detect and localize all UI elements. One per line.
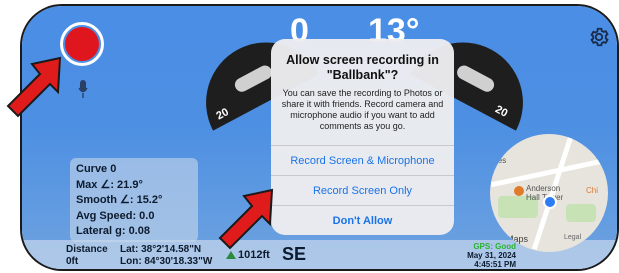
distance-value: 0ft: [66, 256, 79, 267]
date: May 31, 2024: [467, 251, 516, 260]
compass-heading: SE: [282, 244, 307, 264]
arrow-icon: [218, 188, 274, 250]
left-gauge-tick: 20: [214, 106, 231, 123]
time: 4:45:51 PM: [474, 260, 516, 269]
map-park: [566, 204, 596, 222]
distance-label: Distance: [66, 244, 108, 255]
latitude: Lat: 38°2'14.58"N: [120, 244, 202, 255]
dialog-title: Allow screen recording in "Ballbank"?: [286, 53, 439, 82]
arrow-icon: [6, 56, 62, 118]
legal-link[interactable]: Legal: [564, 234, 581, 241]
stat-max-angle: Max ∠: 21.9°: [76, 178, 143, 191]
current-location-icon: [543, 195, 557, 209]
map-road: [490, 157, 608, 188]
gear-icon[interactable]: [588, 26, 610, 48]
map-label: Chi: [586, 186, 599, 195]
map-label: ies: [496, 156, 507, 165]
microphone-icon[interactable]: [78, 80, 88, 98]
mini-map[interactable]: Anderson Hall Tower Chi ies Maps Legal: [490, 134, 608, 252]
map-label: Anderson: [526, 184, 561, 193]
right-gauge-tick: 20: [493, 103, 510, 120]
dialog-message: You can save the recording to Photos or …: [281, 88, 444, 131]
record-indicator: [65, 27, 99, 61]
app-screen: 20 20 0 13° Curve 0 Max ∠: 21.9° Smooth …: [22, 6, 617, 269]
left-gauge-indicator: [232, 63, 275, 95]
stat-lateral-g: Lateral g: 0.08: [76, 225, 150, 237]
dont-allow-button[interactable]: Don't Allow: [271, 205, 454, 235]
right-gauge-indicator: [454, 63, 497, 95]
stats-panel: Curve 0 Max ∠: 21.9° Smooth ∠: 15.2° Avg…: [70, 158, 198, 242]
map-poi-icon: [514, 186, 524, 196]
record-screen-microphone-button[interactable]: Record Screen & Microphone: [271, 145, 454, 175]
longitude: Lon: 84°30'18.33"W: [120, 256, 213, 267]
stat-curve: Curve 0: [76, 163, 117, 175]
datetime: May 31, 2024 4:45:51 PM: [442, 251, 516, 269]
record-screen-only-button[interactable]: Record Screen Only: [271, 175, 454, 205]
stat-avg-speed: Avg Speed: 0.0: [76, 209, 155, 222]
stat-smooth-angle: Smooth ∠: 15.2°: [76, 194, 163, 206]
maps-logo: Maps: [506, 234, 529, 244]
screen-recording-dialog: Allow screen recording in "Ballbank"? Yo…: [271, 39, 454, 235]
